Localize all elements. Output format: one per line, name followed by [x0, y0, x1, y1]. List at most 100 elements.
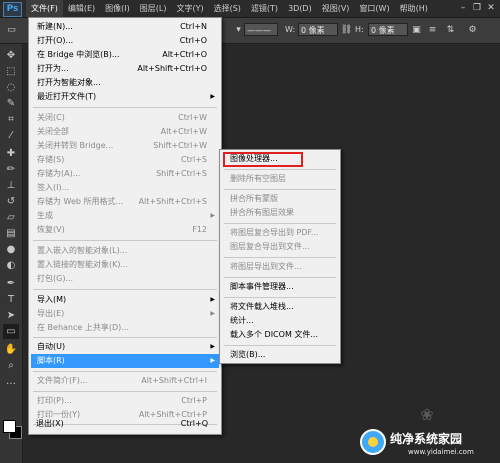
menu-separator: [224, 277, 336, 278]
menu-item-open-smart-object[interactable]: 打开为智能对象...: [31, 76, 219, 90]
dodge-tool-icon[interactable]: ◐: [3, 258, 19, 273]
submenu-item-script-events-manager[interactable]: 脚本事件管理器...: [222, 280, 338, 294]
blur-tool-icon[interactable]: ●: [3, 242, 19, 257]
more-tools-icon[interactable]: …: [3, 374, 19, 389]
tools-panel: ✥ ⬚ ◌ ✎ ⌗ ⁄ ✚ ✏ ⊥ ↺ ▱ ▤ ● ◐ ✒ T ➤ ▭ ✋ ⌕ …: [0, 44, 23, 463]
menu-item-close[interactable]: 关闭(C) Ctrl+W: [31, 111, 219, 125]
menu-item-package[interactable]: 打包(G)...: [31, 272, 219, 286]
stroke-type-dropdown[interactable]: ———: [244, 23, 278, 36]
menu-separator: [33, 371, 217, 372]
eraser-tool-icon[interactable]: ▱: [3, 210, 19, 225]
type-tool-icon[interactable]: T: [3, 292, 19, 307]
path-alignment-icon[interactable]: ≡: [426, 24, 439, 36]
path-operations-icon[interactable]: ▣: [410, 24, 423, 36]
hand-tool-icon[interactable]: ✋: [3, 342, 19, 357]
path-arrangement-icon[interactable]: ⇅: [444, 24, 457, 36]
menu-separator: [224, 169, 336, 170]
watermark-title: 纯净系统家园: [390, 432, 463, 446]
menu-image[interactable]: 图像(I): [100, 0, 135, 17]
menu-separator: [33, 240, 217, 241]
menu-item-save-as[interactable]: 存储为(A)... Shift+Ctrl+S: [31, 167, 219, 181]
submenu-item-layer-comps-pdf[interactable]: 将图层复合导出到 PDF...: [222, 226, 338, 240]
tool-preset-icon[interactable]: ▭: [5, 24, 18, 36]
menu-item-open[interactable]: 打开(O)... Ctrl+O: [31, 34, 219, 48]
menu-item-save[interactable]: 存储(S) Ctrl+S: [31, 153, 219, 167]
crop-tool-icon[interactable]: ⌗: [3, 112, 19, 127]
photoshop-logo: Ps: [3, 2, 22, 17]
menu-item-place-embedded[interactable]: 置入嵌入的智能对象(L)...: [31, 244, 219, 258]
zoom-tool-icon[interactable]: ⌕: [3, 358, 19, 373]
submenu-arrow-icon: ▶: [210, 343, 215, 350]
menu-window[interactable]: 窗口(W): [354, 0, 394, 17]
restore-icon[interactable]: ❐: [472, 3, 482, 13]
move-tool-icon[interactable]: ✥: [3, 48, 19, 63]
submenu-item-load-dicom[interactable]: 载入多个 DICOM 文件...: [222, 328, 338, 342]
menu-bar-items: 文件(F) 编辑(E) 图像(I) 图层(L) 文字(Y) 选择(S) 滤镜(T…: [26, 0, 433, 17]
width-label: W:: [285, 25, 296, 34]
menu-item-close-go-bridge[interactable]: 关闭并转到 Bridge... Shift+Ctrl+W: [31, 139, 219, 153]
menu-item-save-for-web[interactable]: 存储为 Web 所用格式... Alt+Shift+Ctrl+S: [31, 195, 219, 209]
height-field[interactable]: 0 像素: [368, 23, 408, 36]
brush-tool-icon[interactable]: ✏: [3, 162, 19, 177]
menu-separator: [224, 345, 336, 346]
menu-item-generate[interactable]: 生成 ▶: [31, 209, 219, 223]
menu-item-share-behance[interactable]: 在 Behance 上共享(D)...: [31, 321, 219, 335]
submenu-item-flatten-layer-effects[interactable]: 拼合所有图层效果: [222, 206, 338, 220]
history-brush-tool-icon[interactable]: ↺: [3, 194, 19, 209]
menu-item-open-as[interactable]: 打开为... Alt+Shift+Ctrl+O: [31, 62, 219, 76]
menu-item-browse-bridge[interactable]: 在 Bridge 中浏览(B)... Alt+Ctrl+O: [31, 48, 219, 62]
close-icon[interactable]: ✕: [486, 3, 496, 13]
menu-separator: [33, 337, 217, 338]
menu-3d[interactable]: 3D(D): [283, 0, 317, 17]
link-icon[interactable]: ⛓: [340, 24, 353, 36]
menu-item-automate[interactable]: 自动(U) ▶: [31, 340, 219, 354]
settings-gear-icon[interactable]: ⚙: [466, 24, 479, 36]
gradient-tool-icon[interactable]: ▤: [3, 226, 19, 241]
submenu-arrow-icon: ▶: [210, 296, 215, 303]
submenu-item-browse[interactable]: 浏览(B)...: [222, 348, 338, 362]
submenu-arrow-icon: ▶: [210, 357, 215, 364]
menu-filter[interactable]: 滤镜(T): [246, 0, 283, 17]
menu-edit[interactable]: 编辑(E): [63, 0, 100, 17]
eyedropper-tool-icon[interactable]: ⁄: [3, 128, 19, 143]
submenu-item-delete-empty-layers[interactable]: 删除所有空图层: [222, 172, 338, 186]
menu-item-new[interactable]: 新建(N)... Ctrl+N: [31, 20, 219, 34]
menu-item-check-in[interactable]: 签入(I)...: [31, 181, 219, 195]
menu-layer[interactable]: 图层(L): [135, 0, 172, 17]
rectangle-tool-icon[interactable]: ▭: [3, 324, 19, 339]
healing-brush-tool-icon[interactable]: ✚: [3, 146, 19, 161]
menu-item-print[interactable]: 打印(P)... Ctrl+P: [31, 394, 219, 408]
menu-select[interactable]: 选择(S): [209, 0, 246, 17]
menu-item-revert[interactable]: 恢复(V) F12: [31, 223, 219, 237]
menu-item-close-all[interactable]: 关闭全部 Alt+Ctrl+W: [31, 125, 219, 139]
submenu-item-layer-comps-files[interactable]: 图层复合导出到文件...: [222, 240, 338, 254]
path-selection-tool-icon[interactable]: ➤: [3, 308, 19, 323]
menu-file[interactable]: 文件(F): [26, 0, 63, 17]
lasso-tool-icon[interactable]: ◌: [3, 80, 19, 95]
pen-tool-icon[interactable]: ✒: [3, 276, 19, 291]
scripts-submenu: 图像处理器... 删除所有空图层 拼合所有蒙版 拼合所有图层效果 将图层复合导出…: [219, 149, 341, 364]
menu-item-file-info[interactable]: 文件简介(F)... Alt+Shift+Ctrl+I: [31, 374, 219, 388]
menu-item-place-linked[interactable]: 置入链接的智能对象(K)...: [31, 258, 219, 272]
menu-item-import[interactable]: 导入(M) ▶: [31, 293, 219, 307]
menu-view[interactable]: 视图(V): [317, 0, 355, 17]
menu-help[interactable]: 帮助(H): [395, 0, 433, 17]
menu-item-exit[interactable]: 退出(X) Ctrl+Q: [30, 417, 220, 431]
width-field[interactable]: 0 像素: [298, 23, 338, 36]
watermark-url: www.yidaimei.com: [408, 448, 474, 456]
submenu-arrow-icon: ▶: [210, 93, 215, 100]
marquee-tool-icon[interactable]: ⬚: [3, 64, 19, 79]
submenu-item-statistics[interactable]: 统计...: [222, 314, 338, 328]
menu-item-export[interactable]: 导出(E) ▶: [31, 307, 219, 321]
menu-item-recent-files[interactable]: 最近打开文件(T) ▶: [31, 90, 219, 104]
minimize-icon[interactable]: –: [458, 3, 468, 13]
menu-item-scripts[interactable]: 脚本(R) ▶: [31, 354, 219, 368]
submenu-item-load-files-stack[interactable]: 将文件载入堆栈...: [222, 300, 338, 314]
foreground-color-swatch[interactable]: [3, 420, 16, 433]
quick-select-tool-icon[interactable]: ✎: [3, 96, 19, 111]
menu-separator: [33, 289, 217, 290]
submenu-item-export-layers[interactable]: 将图层导出到文件...: [222, 260, 338, 274]
clone-stamp-tool-icon[interactable]: ⊥: [3, 178, 19, 193]
menu-type[interactable]: 文字(Y): [171, 0, 208, 17]
submenu-item-flatten-masks[interactable]: 拼合所有蒙版: [222, 192, 338, 206]
